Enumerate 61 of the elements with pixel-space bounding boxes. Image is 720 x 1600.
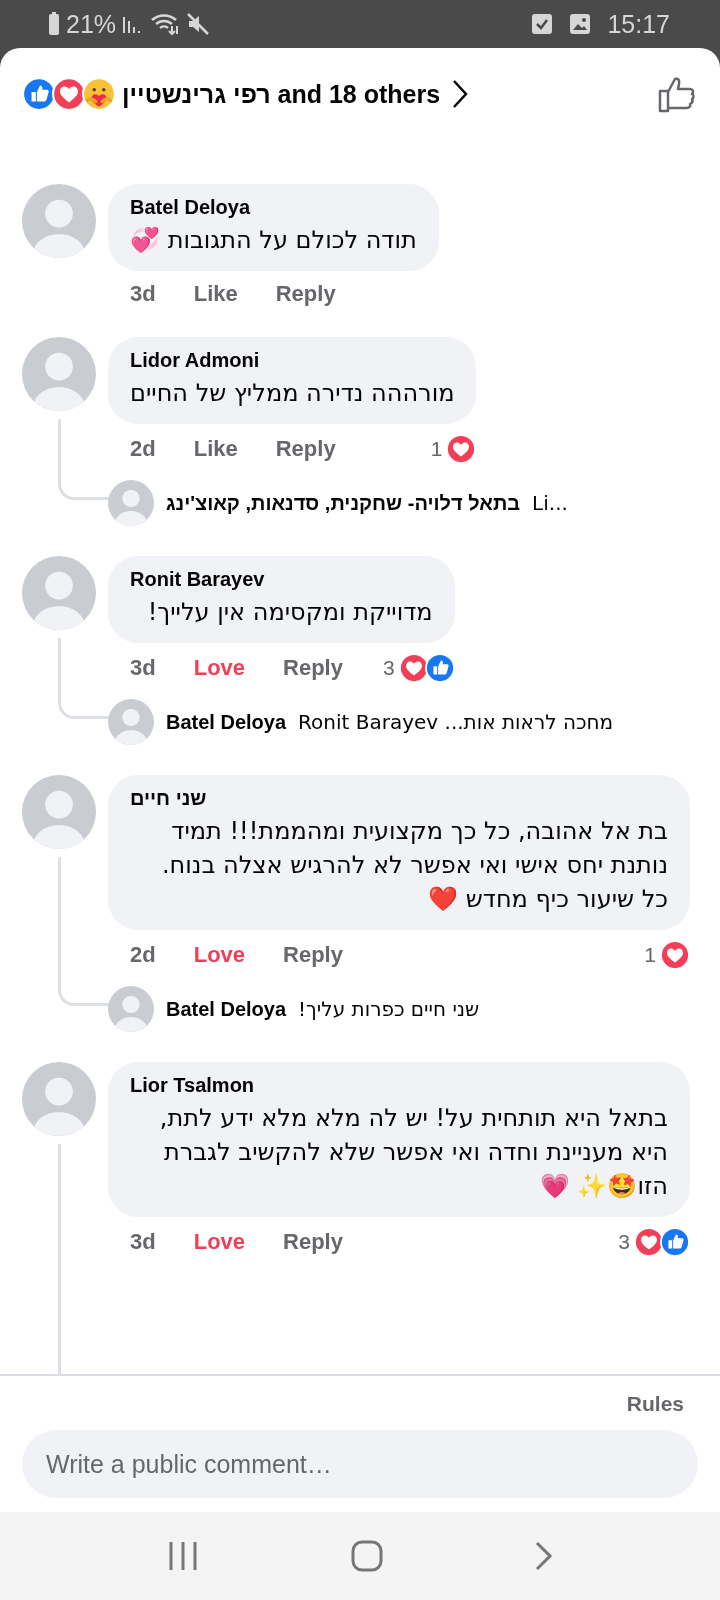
battery-icon bbox=[48, 12, 60, 36]
comment-text: בת אל אהובה, כל כך מקצועית ומהממת!!! תמיד נותנת יחס אישי ואי אפשר לא להרגיש אצלה בנוח. כל שיעור כיף מחדש ❤ bbox=[161, 816, 668, 915]
comment-time: 2d bbox=[130, 436, 156, 462]
reply-author[interactable]: Batel Deloya bbox=[166, 710, 287, 734]
heart-reaction-icon bbox=[660, 940, 690, 970]
like-reaction-icon bbox=[660, 1227, 690, 1257]
reply-link[interactable]: Reply bbox=[283, 1229, 343, 1255]
comment-text: בתאל היא תותחית על! יש לה מלא מלא ידע לתת, היא מעניינת וחדה ואי אפשר שלא להקשיב לגברת הזו🤩✨ 💗 bbox=[158, 1103, 668, 1202]
comment-text: תודה לכולם על התגובות 💞 bbox=[130, 225, 417, 256]
reaction-count: 3 bbox=[382, 656, 395, 680]
rules-link[interactable]: Rules bbox=[626, 1392, 684, 1416]
thumbs-up-icon[interactable] bbox=[658, 75, 698, 113]
react-link[interactable]: Like bbox=[193, 281, 238, 307]
react-link[interactable]: Love bbox=[193, 942, 246, 968]
image-icon bbox=[569, 13, 592, 35]
reply-preview[interactable]: שני חיים כפרות עליך! bbox=[298, 997, 480, 1021]
author-name[interactable]: Ronit Barayev bbox=[130, 568, 265, 591]
reaction-count: 1 bbox=[430, 437, 443, 461]
heart-reaction-icon bbox=[52, 77, 86, 111]
author-name[interactable]: שני חיים bbox=[130, 787, 207, 810]
avatar[interactable] bbox=[108, 986, 154, 1032]
comment-time: 3d bbox=[130, 1229, 156, 1255]
reply-link[interactable]: Reply bbox=[275, 436, 336, 462]
reply-link[interactable]: Reply bbox=[283, 942, 343, 968]
like-reaction-icon bbox=[22, 77, 56, 111]
comment-text: מדוייקת ומקסימה אין עלייך! bbox=[146, 597, 433, 628]
reply-author[interactable]: בתאל דלויה- שחקנית, סדנאות, קאוצ'ינג bbox=[166, 491, 521, 515]
comment-field[interactable]: Write a public comment… bbox=[22, 1430, 698, 1498]
comment-time: 2d bbox=[130, 942, 156, 968]
chevron-right-icon[interactable] bbox=[452, 79, 469, 109]
comment-text: מורההה נדירה ממליץ של החיים bbox=[130, 378, 455, 409]
reply-link[interactable]: Reply bbox=[275, 281, 336, 307]
reply-link[interactable]: Reply bbox=[283, 655, 343, 681]
comment-time: 3d bbox=[130, 655, 156, 681]
reaction-count: 1 bbox=[644, 943, 656, 967]
author-name[interactable]: Batel Deloya bbox=[130, 196, 251, 219]
reply-preview[interactable]: מחכה לראות אות... Ronit Barayev bbox=[298, 710, 614, 734]
like-reaction-icon bbox=[424, 653, 455, 683]
back-icon[interactable] bbox=[534, 1541, 555, 1571]
react-link[interactable]: Like bbox=[193, 436, 238, 462]
react-link[interactable]: Love bbox=[193, 655, 246, 681]
reply-preview[interactable]: Li... bbox=[532, 491, 568, 515]
comment-time: 3d bbox=[130, 281, 156, 307]
react-link[interactable]: Love bbox=[193, 1229, 246, 1255]
reactions-summary[interactable]: רפי גרינשטיין and 18 others bbox=[122, 79, 441, 109]
battery-level: 21% bbox=[66, 9, 117, 39]
wifi-icon bbox=[150, 12, 181, 36]
mute-icon bbox=[186, 12, 211, 36]
reaction-count: 3 bbox=[618, 1230, 630, 1254]
heart-reaction-icon bbox=[398, 653, 429, 683]
heart-reaction-icon bbox=[634, 1227, 664, 1257]
author-name[interactable]: Lior Tsalmon bbox=[130, 1074, 255, 1097]
avatar[interactable] bbox=[108, 699, 154, 745]
heart-reaction-icon bbox=[446, 434, 477, 464]
checkbox-icon bbox=[531, 13, 554, 35]
hug-face-reaction-icon bbox=[82, 77, 116, 111]
author-name[interactable]: Lidor Admoni bbox=[130, 349, 260, 372]
avatar[interactable] bbox=[108, 480, 154, 526]
clock: 15:17 bbox=[607, 9, 670, 39]
home-icon[interactable] bbox=[351, 1540, 383, 1572]
reply-author[interactable]: Batel Deloya bbox=[166, 997, 287, 1021]
